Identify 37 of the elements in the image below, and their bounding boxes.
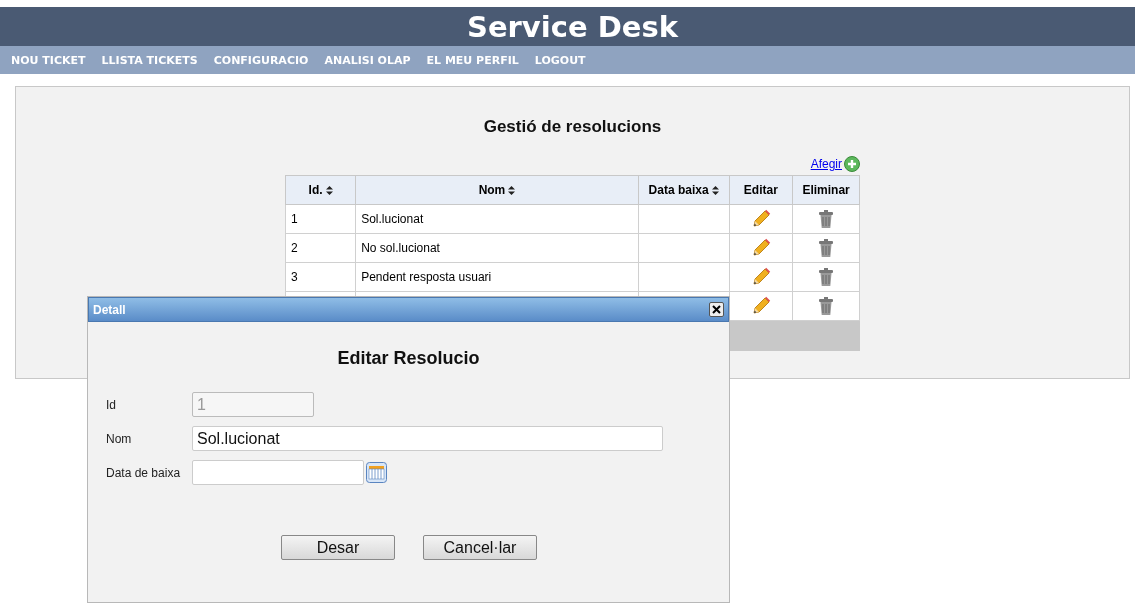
- table-cell: Pendent resposta usuari: [355, 262, 639, 292]
- trash-icon[interactable]: [818, 267, 835, 287]
- trash-icon[interactable]: [818, 238, 835, 258]
- table-cell: 2: [285, 233, 356, 263]
- dialog-button[interactable]: Desar: [281, 535, 395, 560]
- table-cell: 3: [285, 262, 356, 292]
- close-button[interactable]: [709, 302, 724, 317]
- table-cell: 1: [285, 204, 356, 234]
- table-cell: Sol.lucionat: [355, 204, 639, 234]
- pencil-icon[interactable]: [750, 267, 771, 287]
- sort-icon: [508, 185, 516, 195]
- pencil-icon[interactable]: [750, 209, 771, 229]
- pencil-icon[interactable]: [750, 238, 771, 258]
- trash-icon[interactable]: [818, 209, 835, 229]
- sort-icon: [711, 185, 719, 195]
- column-header[interactable]: Id.: [285, 175, 356, 205]
- app-title: Service Desk: [466, 9, 678, 44]
- plus-icon[interactable]: [844, 156, 860, 172]
- dialog-heading: Editar Resolucio: [336, 347, 481, 369]
- text-field[interactable]: Sol.lucionat: [192, 426, 663, 451]
- field-label: Id: [106, 397, 117, 412]
- field-label: Nom: [106, 431, 133, 446]
- trash-icon[interactable]: [818, 296, 835, 316]
- dialog-title: Detall: [93, 302, 126, 317]
- add-link[interactable]: Afegir: [810, 157, 842, 171]
- page-title: Gestió de resolucions: [482, 116, 663, 137]
- column-header: Editar: [729, 175, 793, 205]
- column-header[interactable]: Nom: [355, 175, 639, 205]
- sort-icon: [325, 185, 333, 195]
- dialog-button[interactable]: Cancel·lar: [423, 535, 537, 560]
- date-field[interactable]: [192, 460, 364, 485]
- pencil-icon[interactable]: [750, 296, 771, 316]
- column-header: Eliminar: [792, 175, 860, 205]
- calendar-icon[interactable]: [366, 462, 387, 483]
- table-cell: No sol.lucionat: [355, 233, 639, 263]
- column-header[interactable]: Data baixa: [638, 175, 730, 205]
- field-label: Data de baixa: [106, 465, 182, 480]
